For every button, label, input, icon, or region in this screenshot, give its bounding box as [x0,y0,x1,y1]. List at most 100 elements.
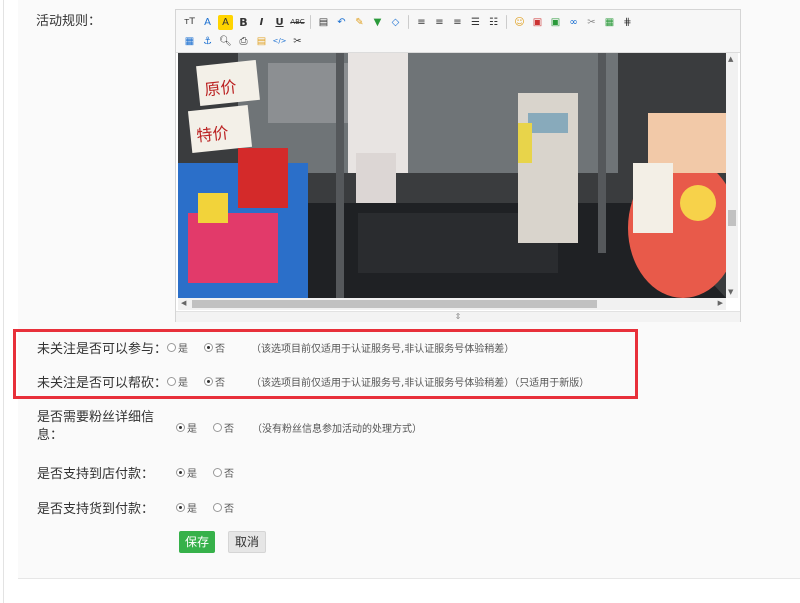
align-left-icon[interactable]: ≡ [414,15,429,30]
editor-resize-handle[interactable]: ⇕ [176,311,740,322]
cod-yes[interactable]: 是 [176,500,197,515]
unfollow-join-no[interactable]: 否 [204,340,225,355]
editor-content[interactable]: 原价 特价 [178,53,726,298]
page-border-line [3,0,4,603]
preview-icon[interactable]: 🔍︎ [218,34,233,49]
toolbar-separator [506,15,507,29]
image-sign-text-2: 特价 [196,123,230,145]
cancel-button[interactable]: 取消 [228,531,267,553]
unfollow-join-yes[interactable]: 是 [167,340,188,355]
store-pay-row: 是 否 [176,465,250,480]
option-label: 否 [215,378,226,389]
need-fans-info-label-line2: 息： [37,428,64,443]
emoji-icon[interactable]: ☺ [512,15,527,30]
unfollow-join-hint: （该选项目前仅适用于认证服务号,非认证服务号体验稍差） [251,344,515,355]
store-pay-label: 是否支持到店付款： [37,467,155,482]
unfollow-help-hint: （该选项目前仅适用于认证服务号,非认证服务号体验稍差）（只适用于新版） [251,378,590,389]
align-center-icon[interactable]: ≡ [432,15,447,30]
editor-vertical-scroll-thumb[interactable] [728,210,736,226]
template-icon[interactable]: ▤ [254,34,269,49]
editor-vertical-scrollbar[interactable]: ▲ ▼ [726,53,738,298]
unfollow-join-row: 未关注是否可以参与： 是 否 （该选项目前仅适用于认证服务号,非认证服务号体验稍… [37,338,514,357]
need-fans-info-label-line1: 是否需要粉丝详细信 [37,410,155,425]
option-label: 否 [224,424,234,435]
map-icon[interactable]: ▦ [602,15,617,30]
code-icon[interactable]: </> [272,34,287,49]
clear-format-icon[interactable]: ◇ [388,15,403,30]
undo-icon[interactable]: ↶ [334,15,349,30]
toolbar-separator [310,15,311,29]
editor-horizontal-scroll-thumb[interactable] [192,300,597,308]
flash-icon[interactable]: ▣ [548,15,563,30]
font-color-icon[interactable]: A [200,15,215,30]
radio-checked-icon[interactable] [176,503,185,512]
editor-horizontal-scrollbar[interactable]: ◀ ▶ [178,298,726,310]
font-size-icon[interactable]: тT [182,15,197,30]
print-icon[interactable]: ⎙ [236,34,251,49]
anchor-icon[interactable]: ⚓ [200,34,215,49]
unfollow-help-yes[interactable]: 是 [167,374,188,389]
need-fans-info-label: 是否需要粉丝详细信 息： [37,409,154,445]
store-pay-yes[interactable]: 是 [176,465,197,480]
align-right-icon[interactable]: ≡ [450,15,465,30]
radio-checked-icon[interactable] [176,423,185,432]
paste-icon[interactable]: ▤ [316,15,331,30]
radio-checked-icon[interactable] [176,468,185,477]
cod-row: 是 否 [176,500,250,515]
image-icon[interactable]: ▣ [530,15,545,30]
need-fans-info-row: 是 否 （没有粉丝信息参加活动的处理方式） [176,420,422,435]
cod-no[interactable]: 否 [213,500,234,515]
toolbar-row-1: тT A A B I U ABC ▤ ↶ ✎ ▼ ◇ ≡ ≡ ≡ ☰ ☷ ☺ ▣… [182,13,635,31]
insert-icon[interactable]: ▼ [370,15,385,30]
rules-label: 活动规则： [36,14,102,29]
store-photo: 原价 特价 [178,53,726,298]
radio-icon[interactable] [167,343,177,352]
cut-icon[interactable]: ✂ [290,34,305,49]
unfollow-help-row: 未关注是否可以帮砍： 是 否 （该选项目前仅适用于认证服务号,非认证服务号体验稍… [37,372,589,391]
option-label: 是 [187,504,197,515]
highlight-icon[interactable]: A [218,14,233,30]
store-pay-no[interactable]: 否 [213,465,234,480]
radio-icon[interactable] [213,468,222,477]
option-label: 是 [187,424,197,435]
option-label: 是 [178,378,189,389]
image-sign-text-1: 原价 [204,77,238,99]
toolbar-separator [408,15,409,29]
option-label: 是 [187,469,197,480]
radio-icon[interactable] [167,377,177,386]
unordered-list-icon[interactable]: ☷ [486,15,501,30]
need-fans-info-hint: （没有粉丝信息参加活动的处理方式） [252,424,422,435]
radio-icon[interactable] [213,423,222,432]
need-fans-info-yes[interactable]: 是 [176,420,197,435]
save-button[interactable]: 保存 [179,531,216,553]
strikethrough-icon[interactable]: ABC [290,15,305,30]
cod-label: 是否支持货到付款： [37,502,155,517]
scroll-right-icon[interactable]: ▶ [718,299,723,307]
unfollow-help-label: 未关注是否可以帮砍： [37,376,168,391]
table-icon[interactable]: ▦ [182,34,197,49]
unfollow-join-label: 未关注是否可以参与： [37,342,168,357]
link-icon[interactable]: ∞ [566,15,581,30]
eraser-icon[interactable]: ✎ [352,15,367,30]
scroll-left-icon[interactable]: ◀ [181,299,186,307]
underline-icon[interactable]: U [272,15,287,30]
rich-text-editor[interactable]: тT A A B I U ABC ▤ ↶ ✎ ▼ ◇ ≡ ≡ ≡ ☰ ☷ ☺ ▣… [175,9,741,322]
bold-icon[interactable]: B [236,15,251,30]
scroll-down-icon[interactable]: ▼ [728,288,733,296]
option-label: 是 [178,344,189,355]
option-label: 否 [224,469,234,480]
need-fans-info-no[interactable]: 否 [213,420,234,435]
unlink-icon[interactable]: ✂ [584,15,599,30]
resize-icon: ⇕ [454,312,462,321]
radio-icon[interactable] [213,503,222,512]
hr-icon[interactable]: ⋕ [620,15,635,30]
editor-toolbar: тT A A B I U ABC ▤ ↶ ✎ ▼ ◇ ≡ ≡ ≡ ☰ ☷ ☺ ▣… [176,10,740,53]
italic-icon[interactable]: I [254,15,269,30]
unfollow-help-no[interactable]: 否 [204,374,225,389]
ordered-list-icon[interactable]: ☰ [468,15,483,30]
radio-checked-icon[interactable] [204,377,214,386]
radio-checked-icon[interactable] [204,343,214,352]
scroll-up-icon[interactable]: ▲ [728,55,733,63]
option-label: 否 [224,504,234,515]
toolbar-row-2: ▦ ⚓ 🔍︎ ⎙ ▤ </> ✂ [182,32,305,50]
